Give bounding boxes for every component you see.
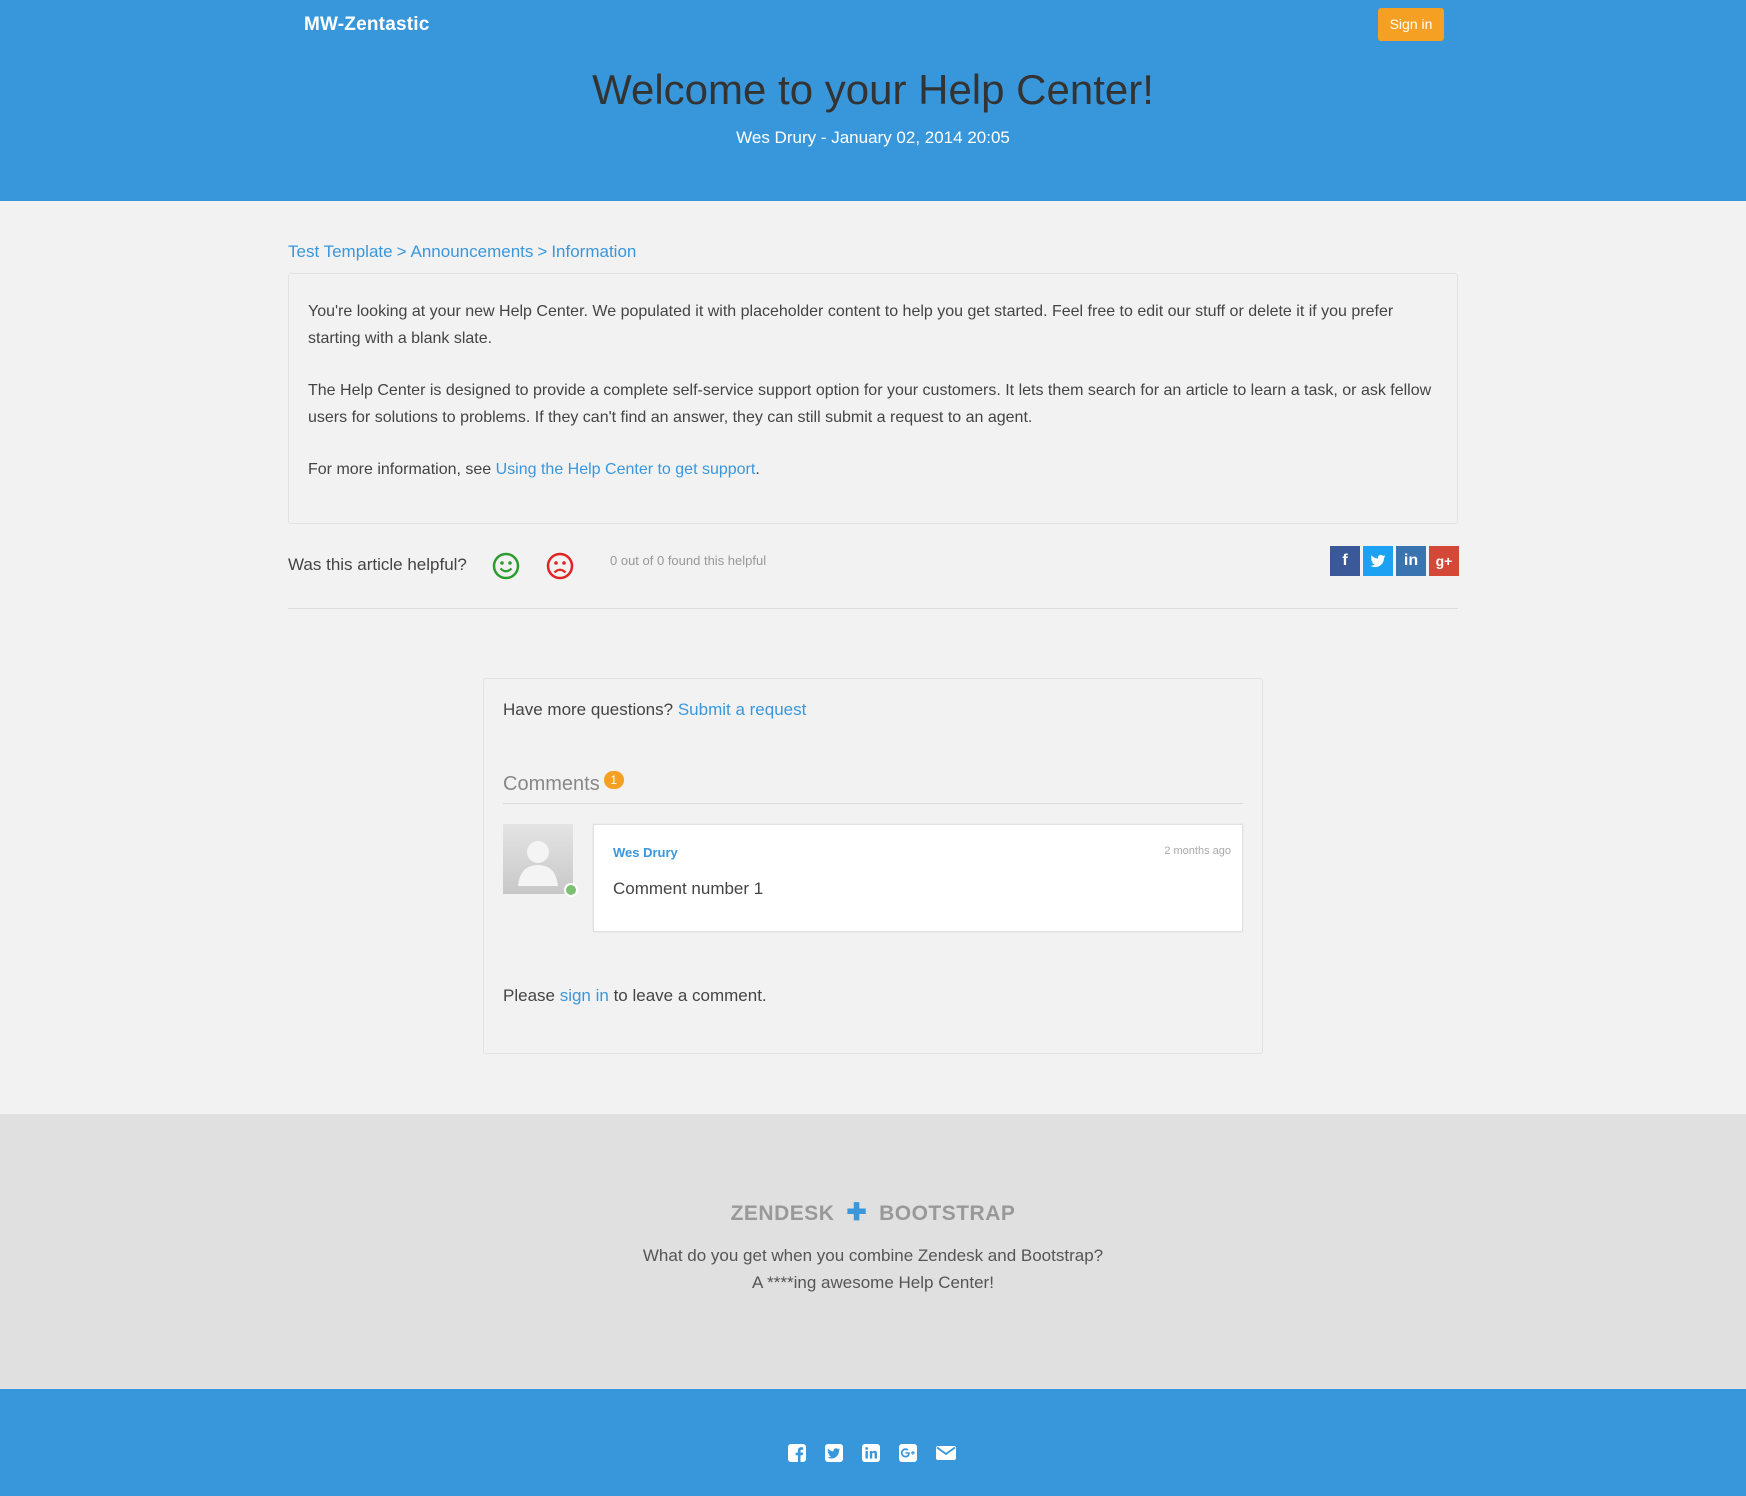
article-paragraph: You're looking at your new Help Center. … (308, 303, 1394, 347)
frown-icon[interactable] (545, 551, 575, 581)
article-meta: Wes Drury - January 02, 2014 20:05 (736, 128, 1010, 147)
breadcrumb-item-information[interactable]: Information (551, 242, 636, 261)
comment-body: Comment number 1 (613, 879, 764, 898)
linkedin-icon[interactable] (861, 1443, 881, 1463)
brand-link[interactable]: MW-Zentastic (304, 14, 430, 36)
footer-tagline-line: A ****ing awesome Help Center! (752, 1273, 994, 1292)
footer-tagline: What do you get when you combine Zendesk… (0, 1242, 1746, 1296)
breadcrumb-item-test-template[interactable]: Test Template (288, 242, 393, 261)
comment-timestamp: 2 months ago (1164, 845, 1231, 857)
linkedin-icon[interactable]: in (1396, 546, 1426, 576)
helpful-count: 0 out of 0 found this helpful (610, 553, 767, 568)
comments-panel: Have more questions? Submit a request Co… (483, 678, 1263, 1054)
footer-tagline-line: What do you get when you combine Zendesk… (642, 1246, 1104, 1265)
sign-in-prompt-text: Please (503, 986, 560, 1005)
bootstrap-label: BOOTSTRAP (879, 1202, 1016, 1225)
help-center-support-link[interactable]: Using the Help Center to get support (496, 461, 756, 478)
twitter-icon[interactable] (1363, 546, 1393, 576)
footer-social (0, 1389, 1746, 1496)
article-vote-row: Was this article helpful? 0 out of 0 fou… (288, 545, 1459, 609)
sign-in-link[interactable]: sign in (560, 986, 609, 1005)
comments-count-badge: 1 (603, 771, 624, 789)
comments-heading-text: Comments (503, 773, 600, 795)
more-questions: Have more questions? Submit a request (503, 700, 806, 720)
article-paragraph: For more information, see Using the Help… (308, 456, 1438, 483)
header: MW-Zentastic Sign in Welcome to your Hel… (0, 0, 1746, 201)
facebook-icon[interactable]: f (1330, 546, 1360, 576)
comment-author-link[interactable]: Wes Drury (613, 845, 678, 860)
sign-in-button[interactable]: Sign in (1378, 8, 1444, 41)
article-text: . (755, 461, 760, 478)
comment: Wes Drury 2 months ago Comment number 1 (593, 824, 1243, 932)
page-title: Welcome to your Help Center! (592, 66, 1154, 113)
plus-icon: ✚ (846, 1199, 868, 1226)
user-placeholder-icon (503, 824, 573, 894)
google-plus-icon[interactable] (898, 1443, 918, 1463)
google-plus-icon[interactable]: g+ (1429, 546, 1459, 576)
footer-brand: ZENDESK ✚ BOOTSTRAP (0, 1198, 1746, 1227)
smile-icon[interactable] (491, 551, 521, 581)
submit-request-link[interactable]: Submit a request (678, 700, 807, 719)
sign-in-prompt-text: to leave a comment. (608, 986, 767, 1005)
article-paragraph: The Help Center is designed to provide a… (308, 382, 1432, 426)
breadcrumb-separator: > (396, 242, 407, 261)
article-body: You're looking at your new Help Center. … (288, 273, 1458, 524)
avatar (503, 824, 578, 897)
breadcrumb-item-announcements[interactable]: Announcements (411, 242, 534, 261)
article-text: For more information, see (308, 461, 496, 478)
comments-heading: Comments 1 (503, 771, 624, 796)
facebook-icon[interactable] (787, 1443, 807, 1463)
sign-in-prompt: Please sign in to leave a comment. (503, 986, 767, 1006)
helpful-question: Was this article helpful? (288, 555, 467, 574)
twitter-icon[interactable] (824, 1443, 844, 1463)
footer-promo: ZENDESK ✚ BOOTSTRAP What do you get when y… (0, 1114, 1746, 1389)
breadcrumb: Test Template > Announcements > Information (288, 242, 636, 262)
divider (503, 803, 1243, 804)
email-icon[interactable] (935, 1443, 957, 1463)
zendesk-label: ZENDESK (730, 1202, 835, 1225)
breadcrumb-separator: > (537, 242, 548, 261)
user-status-icon (564, 883, 578, 897)
more-questions-text: Have more questions? (503, 700, 678, 719)
